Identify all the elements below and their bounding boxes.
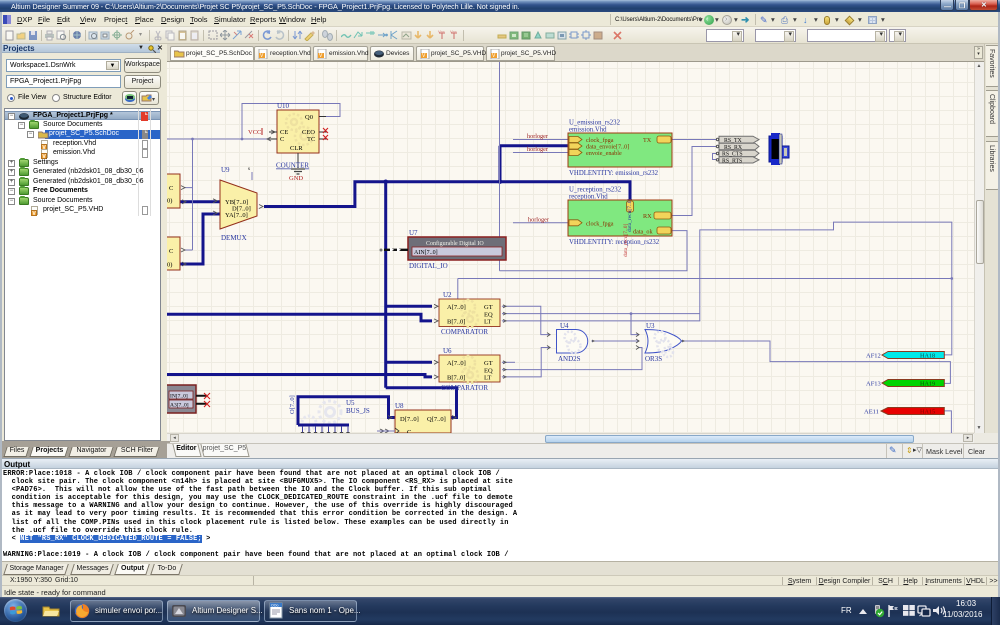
svg-text:emission.Vhd: emission.Vhd [569, 127, 607, 134]
svg-text:Configurable Digital IO: Configurable Digital IO [426, 240, 484, 247]
svg-text:RS_CTS: RS_CTS [722, 152, 743, 158]
svg-text:A[7..0]: A[7..0] [447, 304, 466, 311]
svg-text:DEMUX: DEMUX [221, 234, 247, 242]
svg-text:U5: U5 [346, 399, 355, 407]
svg-text:COMPARATOR: COMPARATOR [441, 328, 488, 336]
svg-text:C: C [169, 185, 173, 192]
svg-text:data_ok: data_ok [633, 229, 653, 236]
svg-text:C: C [169, 248, 173, 255]
svg-text:horloger: horloger [527, 133, 548, 140]
svg-text:B[7..0]: B[7..0] [447, 375, 465, 382]
svg-text:U4: U4 [560, 322, 569, 330]
svg-text:RX: RX [643, 213, 652, 220]
svg-text:Q[7..0]: Q[7..0] [427, 416, 446, 423]
svg-text:U_emission_rs232: U_emission_rs232 [569, 120, 621, 127]
svg-text:s: s [248, 167, 250, 172]
svg-text:U7: U7 [409, 229, 418, 237]
svg-text:0): 0) [167, 198, 172, 205]
svg-text:U9: U9 [221, 166, 230, 174]
svg-text:envoie_enable: envoie_enable [586, 150, 622, 157]
svg-text:A[7..0]: A[7..0] [447, 360, 466, 367]
svg-text:O[7..0]: O[7..0] [289, 395, 296, 414]
svg-text:HA19: HA19 [920, 381, 935, 388]
svg-text:AE11: AE11 [864, 409, 879, 416]
svg-text:TX: TX [643, 137, 652, 144]
svg-text:COUNTER: COUNTER [276, 162, 309, 170]
svg-text:data_recu[7..0]: data_recu[7..0] [623, 224, 629, 257]
svg-text:U8: U8 [395, 402, 404, 410]
svg-text:U10: U10 [277, 102, 290, 110]
svg-text:TC: TC [307, 136, 315, 143]
svg-text:VHDLENTITY: reception_rs232: VHDLENTITY: reception_rs232 [569, 239, 660, 246]
svg-text:reception.Vhd: reception.Vhd [569, 194, 608, 201]
svg-text:horloger: horloger [528, 217, 549, 224]
svg-text:LT: LT [484, 319, 491, 326]
svg-text:U6: U6 [443, 347, 452, 355]
svg-text:LT: LT [484, 375, 491, 382]
svg-text:▾: ▾ [152, 97, 155, 103]
svg-text:AND2S: AND2S [558, 355, 581, 363]
svg-text:COMPARATOR: COMPARATOR [441, 384, 488, 392]
svg-text:AIN[7..0]: AIN[7..0] [414, 250, 438, 256]
svg-text:VHDLENTITY: emission_rs232: VHDLENTITY: emission_rs232 [569, 170, 659, 177]
svg-text:HA15: HA15 [920, 409, 935, 416]
svg-text:RS_RX: RS_RX [724, 145, 743, 151]
svg-text:Q0: Q0 [305, 114, 313, 121]
svg-text:OR3S: OR3S [645, 355, 662, 363]
svg-text:0): 0) [167, 262, 172, 269]
svg-text:RS_RTS: RS_RTS [722, 158, 742, 164]
svg-text:C: C [280, 136, 284, 143]
svg-text:CLR: CLR [290, 145, 303, 152]
svg-text:OOo: OOo [271, 604, 278, 608]
svg-text:RS_TX: RS_TX [724, 138, 743, 144]
svg-text:clock_fpga: clock_fpga [586, 221, 614, 228]
svg-text:EQ: EQ [484, 368, 493, 375]
svg-text:GT: GT [484, 360, 493, 367]
svg-text:A3[7..0]: A3[7..0] [170, 403, 189, 409]
svg-text:Vcc: Vcc [438, 30, 445, 34]
svg-text:CEO: CEO [302, 129, 315, 136]
svg-text:BUS_JS: BUS_JS [346, 407, 370, 415]
svg-text:IN[7..0]: IN[7..0] [170, 394, 188, 400]
svg-text:AF12: AF12 [866, 353, 881, 360]
svg-text:U2: U2 [443, 291, 452, 299]
svg-text:YA[7..0]: YA[7..0] [225, 212, 248, 219]
svg-text:D[7..0]: D[7..0] [400, 416, 419, 423]
svg-text:HA18: HA18 [920, 353, 935, 360]
svg-text:U3: U3 [646, 322, 655, 330]
svg-text:horloger: horloger [527, 146, 548, 153]
svg-text:U_reception_rs232: U_reception_rs232 [569, 187, 622, 194]
svg-text:B[7..0]: B[7..0] [447, 319, 465, 326]
svg-text:GT: GT [484, 304, 493, 311]
svg-text:Vcc: Vcc [450, 30, 457, 34]
svg-text:EQ: EQ [484, 312, 493, 319]
svg-text:AF13: AF13 [866, 381, 881, 388]
svg-text:CE: CE [280, 129, 288, 136]
svg-text:GND: GND [289, 175, 303, 182]
svg-text:VCC: VCC [248, 129, 261, 136]
svg-text:DIGITAL_IO: DIGITAL_IO [409, 262, 448, 270]
